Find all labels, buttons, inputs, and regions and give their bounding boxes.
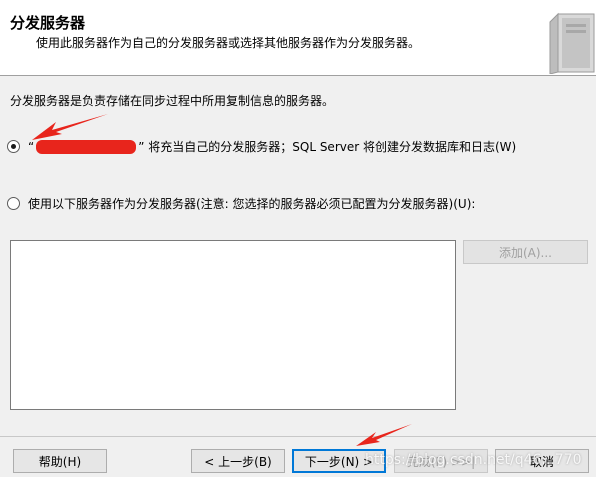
option-other-label: 使用以下服务器作为分发服务器(注意: 您选择的服务器必须已配置为分发服务器)(U… [28, 197, 476, 211]
page-title: 分发服务器 [10, 14, 86, 32]
option-self-distributor[interactable]: “ ” 将充当自己的分发服务器；SQL Server 将创建分发数据库和日志(W… [7, 138, 516, 155]
help-button[interactable]: 帮助(H) [13, 449, 107, 473]
radio-other-distributor[interactable] [7, 197, 20, 210]
redacted-server-name [36, 139, 137, 154]
next-button[interactable]: 下一步(N) > [292, 449, 386, 473]
option-other-distributor[interactable]: 使用以下服务器作为分发服务器(注意: 您选择的服务器必须已配置为分发服务器)(U… [7, 195, 475, 212]
add-button[interactable]: 添加(A)... [463, 240, 588, 264]
page-subtitle: 使用此服务器作为自己的分发服务器或选择其他服务器作为分发服务器。 [36, 36, 421, 50]
finish-button[interactable]: 完成(F) >>| [394, 449, 488, 473]
back-button[interactable]: < 上一步(B) [191, 449, 285, 473]
radio-self-distributor[interactable] [7, 140, 20, 153]
wizard-header: 分发服务器 使用此服务器作为自己的分发服务器或选择其他服务器作为分发服务器。 [0, 0, 596, 76]
option-self-prefix: “ [28, 139, 35, 154]
distributor-server-list[interactable] [10, 240, 456, 410]
distributor-description: 分发服务器是负责存储在同步过程中所用复制信息的服务器。 [10, 94, 335, 108]
wizard-logo-icon [549, 12, 595, 74]
annotation-arrow-next-icon [356, 424, 412, 446]
footer-divider [0, 436, 596, 437]
option-self-label: ” 将充当自己的分发服务器；SQL Server 将创建分发数据库和日志(W) [138, 140, 517, 154]
cancel-button[interactable]: 取消 [495, 449, 589, 473]
